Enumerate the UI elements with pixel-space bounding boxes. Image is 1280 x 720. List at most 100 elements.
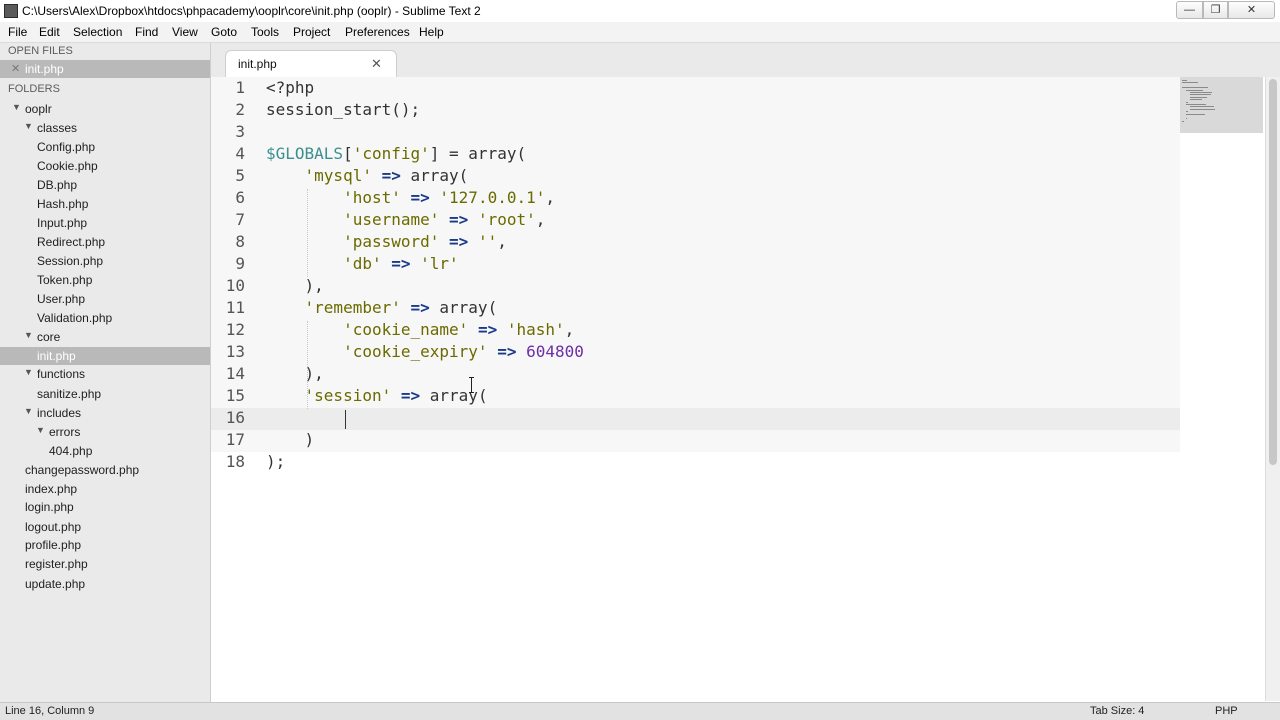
file-label: Redirect.php [37,235,106,249]
file-label: Token.php [37,273,93,287]
line-number: 15 [225,386,245,405]
vertical-scrollbar[interactable] [1265,77,1280,701]
code-line[interactable]: 'session' => array( [266,386,488,405]
file-item[interactable]: profile.php [0,536,210,554]
file-item[interactable]: register.php [0,555,210,573]
file-item[interactable]: Token.php [0,271,210,289]
open-file-item[interactable]: ✕ init.php [0,60,210,78]
folder-item[interactable]: ▼ includes [0,404,210,422]
menu-edit[interactable]: Edit [39,25,60,39]
folder-label: core [37,330,61,344]
file-item[interactable]: logout.php [0,518,210,536]
menu-view[interactable]: View [172,25,198,39]
menu-goto[interactable]: Goto [211,25,237,39]
minimap-line [1186,111,1188,113]
file-item[interactable]: index.php [0,480,210,498]
minimap-line [1186,101,1188,103]
line-number: 2 [235,100,245,119]
file-item[interactable]: Validation.php [0,309,210,327]
file-item[interactable]: Config.php [0,138,210,156]
minimap-line [1186,113,1205,115]
file-item[interactable]: Redirect.php [0,233,210,251]
menu-selection[interactable]: Selection [73,25,122,39]
file-item[interactable]: Input.php [0,214,210,232]
expand-arrow-icon[interactable]: ▼ [24,121,33,131]
minimap-viewport[interactable] [1180,77,1263,133]
code-line[interactable] [266,408,343,427]
code-line[interactable]: 'host' => '127.0.0.1', [266,188,555,207]
syntax-indicator[interactable]: PHP [1215,705,1238,717]
file-label: User.php [37,292,86,306]
file-item[interactable]: Cookie.php [0,157,210,175]
folder-item[interactable]: ▼ classes [0,119,210,137]
line-number: 17 [225,430,245,449]
folder-label: includes [37,406,82,420]
maximize-button[interactable]: ❐ [1203,1,1228,19]
minimap[interactable] [1180,77,1265,701]
folder-item[interactable]: ▼ functions [0,365,210,383]
tab-size-indicator[interactable]: Tab Size: 4 [1090,705,1144,717]
code-line[interactable]: ), [266,276,324,295]
file-item[interactable]: 404.php [0,442,210,460]
expand-arrow-icon[interactable]: ▼ [36,425,45,435]
file-label: Input.php [37,216,88,230]
close-file-icon[interactable]: ✕ [11,62,20,75]
code-line[interactable]: 'db' => 'lr' [266,254,459,273]
file-item[interactable]: init.php [0,347,210,365]
minimap-line [1186,89,1203,91]
code-line[interactable]: ), [266,364,324,383]
line-number: 14 [225,364,245,383]
minimap-line [1182,82,1198,84]
text-cursor [345,410,346,429]
status-bar: Line 16, Column 9 Tab Size: 4 PHP [0,702,1280,720]
code-line[interactable]: 'cookie_name' => 'hash', [266,320,574,339]
minimize-button[interactable]: — [1176,1,1203,19]
file-item[interactable]: update.php [0,575,210,593]
tab-close-icon[interactable]: ✕ [371,56,382,72]
expand-arrow-icon[interactable]: ▼ [24,406,33,416]
code-line[interactable]: ); [266,452,285,471]
file-label: register.php [25,557,88,571]
file-item[interactable]: User.php [0,290,210,308]
folder-item[interactable]: ▼ core [0,328,210,346]
code-line[interactable]: 'mysql' => array( [266,166,469,185]
sublime-app-icon [4,4,18,18]
folder-label: ooplr [25,102,52,116]
folder-item[interactable]: ▼ ooplr [0,100,210,118]
file-item[interactable]: login.php [0,498,210,516]
code-editor[interactable]: 1 2 3 4 5 6 7 8 9 10 11 12 13 14 15 16 17 18 <?php session… [211,77,1280,701]
code-line[interactable]: ) [266,430,315,449]
menu-file[interactable]: File [8,25,27,39]
minimap-line [1190,96,1207,98]
code-line[interactable]: session_start(); [266,100,420,119]
file-item[interactable]: sanitize.php [0,385,210,403]
code-line[interactable]: 'username' => 'root', [266,210,545,229]
file-item[interactable]: DB.php [0,176,210,194]
expand-arrow-icon[interactable]: ▼ [24,367,33,377]
line-number-gutter: 1 2 3 4 5 6 7 8 9 10 11 12 13 14 15 16 17 18 [211,77,256,701]
code-line[interactable]: 'cookie_expiry' => 604800 [266,342,584,361]
expand-arrow-icon[interactable]: ▼ [12,102,21,112]
menu-find[interactable]: Find [135,25,158,39]
folder-item[interactable]: ▼ errors [0,423,210,441]
tab-init-php[interactable]: init.php ✕ [225,50,397,77]
file-item[interactable]: Session.php [0,252,210,270]
code-line[interactable]: 'password' => '', [266,232,507,251]
file-item[interactable]: Hash.php [0,195,210,213]
menu-help[interactable]: Help [419,25,444,39]
expand-arrow-icon[interactable]: ▼ [24,330,33,340]
close-button[interactable]: ✕ [1228,1,1275,19]
tab-bar: init.php ✕ [211,43,1280,77]
code-line[interactable]: $GLOBALS['config'] = array( [266,144,526,163]
scrollbar-thumb[interactable] [1269,79,1277,465]
file-label: sanitize.php [37,387,102,401]
code-line[interactable]: 'remember' => array( [266,298,498,317]
file-item[interactable]: changepassword.php [0,461,210,479]
minimap-line [1190,92,1212,93]
menu-tools[interactable]: Tools [251,25,279,39]
line-number: 5 [235,166,245,185]
menu-preferences[interactable]: Preferences [345,25,410,39]
file-label: Cookie.php [37,159,98,173]
menu-project[interactable]: Project [293,25,330,39]
code-line[interactable]: <?php [266,78,314,97]
